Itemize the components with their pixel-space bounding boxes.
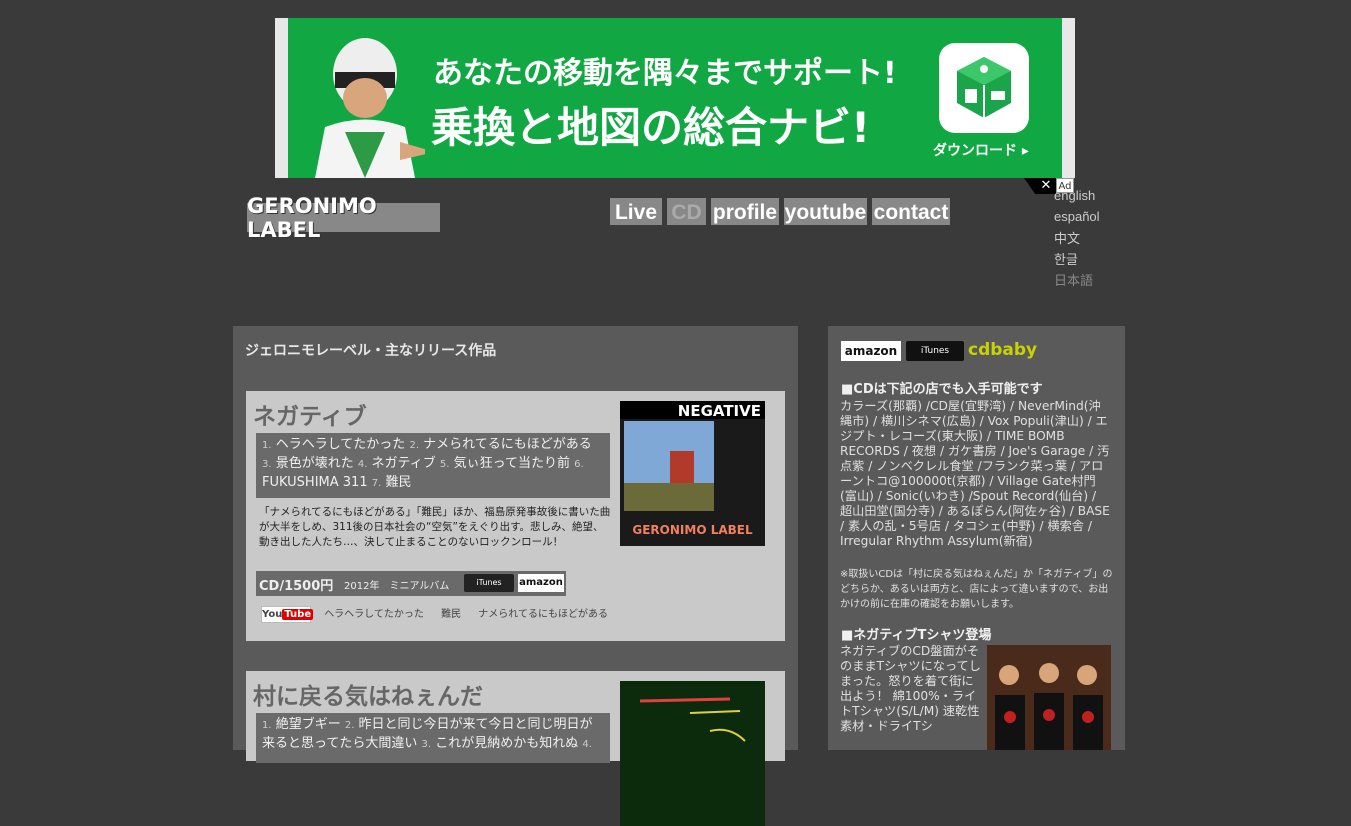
shops-list: カラーズ(那覇) /CD屋(宜野湾) / NeverMind(沖縄市) / 横川… [840, 399, 1110, 548]
nav-profile[interactable]: profile [711, 198, 779, 225]
track: ナメられてるにもほどがある [423, 437, 592, 452]
shops-note: ※取扱いCDは「村に戻る気はねぇんだ」か「ネガティブ」のどちらか、あるいは両方と… [840, 569, 1113, 610]
track: 気ぃ狂って当たり前 [453, 456, 570, 471]
site-logo[interactable]: GERONIMO LABEL [247, 194, 440, 242]
album-cover[interactable]: NEGATIVE GERONIMO LABEL [620, 401, 765, 546]
track: これが見納めかも知れぬ [435, 736, 579, 751]
cube-icon [957, 57, 1011, 118]
shops-heading: ■CDは下記の店でも入手可能です [841, 382, 1043, 397]
track: 景色が壊れた [275, 456, 354, 471]
nav-cd[interactable]: CD [667, 198, 706, 225]
itunes-store-link[interactable]: iTunes [906, 341, 964, 361]
nav-youtube[interactable]: youtube [784, 198, 867, 225]
lang-english[interactable]: english [1054, 185, 1100, 206]
track: FUKUSHIMA 311 [262, 475, 368, 490]
tshirt-photo[interactable] [987, 645, 1111, 750]
cover-title: NEGATIVE [677, 402, 761, 420]
youtube-links: You Tube ヘラヘラしてたかった 難民 ナメられてるにもほどがある [261, 605, 622, 623]
sidebar: amazon iTunes cdbaby ■CDは下記の店でも入手可能です カラ… [828, 326, 1125, 750]
track: ヘラヘラしてたかった [275, 437, 406, 452]
tshirt-description: ネガティブのCD盤面がそのままTシャツになってしまった。怒りを着て街に出よう！ … [840, 644, 981, 733]
ad-close-button[interactable]: ✕ [1024, 178, 1056, 194]
releases-heading: ジェロニモレーベル・主なリリース作品 [245, 343, 497, 359]
band-photo [987, 645, 1111, 750]
video-link[interactable]: ヘラヘラしてたかった [324, 609, 424, 620]
release-card: 村に戻る気はねぇんだ 1. 絶望ブギー 2. 昨日と同じ今日が来て今日と同じ明日… [246, 671, 785, 826]
ad-app-icon [939, 43, 1029, 133]
ad-download-label: ダウンロード ▸ [933, 143, 1029, 159]
cdbaby-store-link[interactable]: cdbaby [968, 340, 1037, 360]
ad-headline: あなたの移動を隅々までサポート! [433, 56, 897, 91]
track: 絶望ブギー [275, 717, 341, 732]
lang-spanish[interactable]: español [1054, 206, 1100, 227]
amazon-store-link[interactable]: amazon [841, 341, 901, 361]
release-meta: 2012年 ミニアルバム [344, 581, 450, 592]
video-link[interactable]: ナメられてるにもほどがある [478, 609, 608, 620]
cover-photo [624, 421, 714, 511]
price: CD/1500円 [259, 579, 334, 594]
language-menu: english español 中文 한글 日本語 [1054, 185, 1100, 291]
release-card: ネガティブ 1. ヘラヘラしてたかった 2. ナメられてるにもほどがある 3. … [246, 391, 785, 641]
track-list: 1. ヘラヘラしてたかった 2. ナメられてるにもほどがある 3. 景色が壊れた… [256, 433, 610, 498]
cover-logo: GERONIMO LABEL [632, 523, 753, 537]
ad-mascot-image [315, 38, 425, 178]
track-list: 1. 絶望ブギー 2. 昨日と同じ今日が来て今日と同じ明日が来ると思ってたら大間… [256, 713, 610, 763]
album-cover[interactable] [620, 681, 765, 826]
release-description: 「ナメられてるにもほどがある」「難民」ほか、福島原発事故後に書いた曲が大半をしめ… [259, 506, 611, 548]
nav-contact[interactable]: contact [872, 198, 950, 225]
youtube-logo[interactable]: You Tube [261, 605, 314, 623]
amazon-button[interactable]: amazon [518, 574, 564, 592]
ad-subheadline: 乗換と地図の総合ナビ! [431, 103, 871, 152]
track: ネガティブ [371, 456, 436, 471]
release-title: 村に戻る気はねぇんだ [253, 683, 483, 710]
video-link[interactable]: 難民 [441, 609, 461, 620]
cover-art [639, 697, 746, 742]
lang-korean[interactable]: 한글 [1054, 249, 1100, 270]
release-title: ネガティブ [253, 403, 367, 430]
nav-live[interactable]: Live [610, 198, 662, 225]
track: 難民 [385, 475, 412, 490]
logo-text: GERONIMO LABEL [247, 193, 377, 242]
tshirt-heading: ■ネガティブTシャツ登場 [841, 628, 992, 643]
releases-panel: ジェロニモレーベル・主なリリース作品 ネガティブ 1. ヘラヘラしてたかった 2… [233, 326, 798, 826]
itunes-button[interactable]: iTunes [464, 574, 514, 592]
lang-japanese[interactable]: 日本語 [1054, 270, 1100, 291]
ad-banner[interactable]: あなたの移動を隅々までサポート! 乗換と地図の総合ナビ! ダウンロード ▸ [275, 18, 1075, 178]
lang-chinese[interactable]: 中文 [1054, 228, 1100, 249]
close-icon[interactable]: ✕ [1041, 178, 1052, 193]
price-bar: CD/1500円 2012年 ミニアルバム iTunes amazon [256, 571, 566, 596]
